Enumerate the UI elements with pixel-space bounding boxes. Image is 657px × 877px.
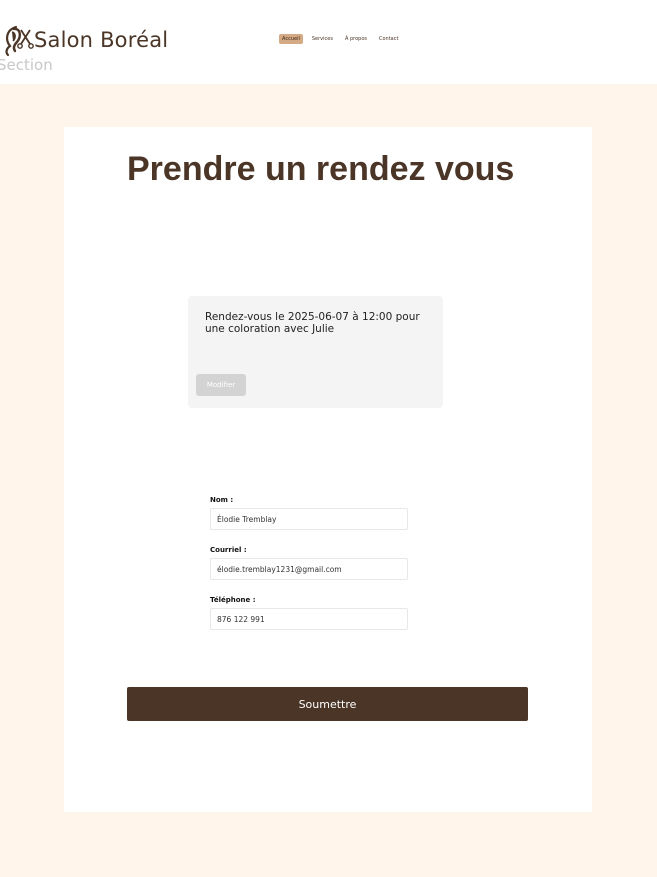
- appointment-summary: Rendez-vous le 2025-06-07 à 12:00 pour u…: [188, 296, 443, 408]
- nav-link-accueil[interactable]: Accueil: [279, 34, 303, 44]
- site-header: Salon Boréal Section Accueil Services À …: [0, 0, 657, 84]
- appointment-details: Rendez-vous le 2025-06-07 à 12:00 pour u…: [205, 311, 420, 335]
- email-label: Courriel :: [210, 546, 247, 554]
- phone-label: Téléphone :: [210, 596, 256, 604]
- submit-button[interactable]: Soumettre: [127, 687, 528, 721]
- ghost-section-label: Section: [0, 56, 53, 74]
- main-nav: Accueil Services À propos Contact: [279, 34, 401, 44]
- nav-link-a-propos[interactable]: À propos: [342, 34, 370, 44]
- brand-name[interactable]: Salon Boréal: [34, 28, 168, 52]
- name-label: Nom :: [210, 496, 234, 504]
- nav-link-services[interactable]: Services: [309, 34, 336, 44]
- hair-salon-logo-icon: [2, 24, 34, 58]
- modify-button[interactable]: Modifier: [196, 374, 246, 396]
- page-title: Prendre un rendez vous: [127, 150, 515, 188]
- phone-field[interactable]: 876 122 991: [210, 608, 408, 630]
- nav-link-contact[interactable]: Contact: [376, 34, 401, 44]
- email-field[interactable]: élodie.tremblay1231@gmail.com: [210, 558, 408, 580]
- name-field[interactable]: Élodie Tremblay: [210, 508, 408, 530]
